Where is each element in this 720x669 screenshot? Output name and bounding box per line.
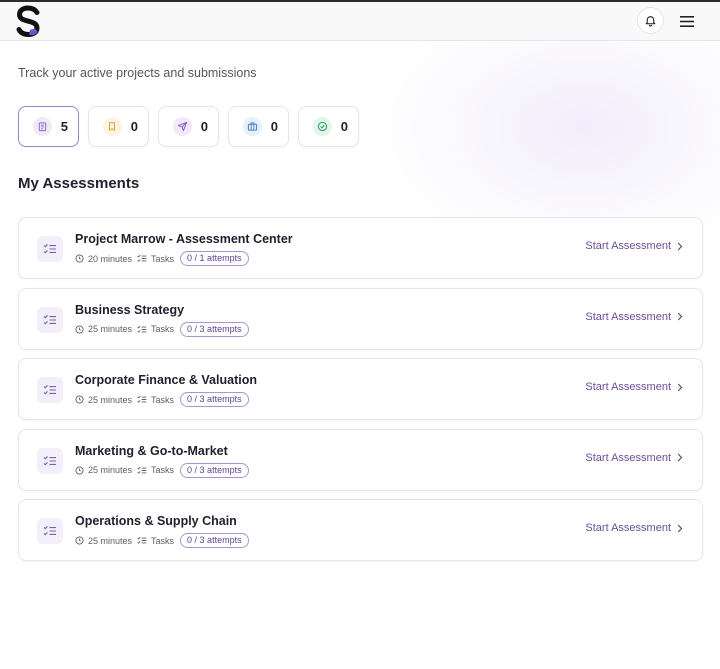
- start-assessment-label: Start Assessment: [585, 381, 671, 393]
- chevron-right-icon: [677, 312, 683, 321]
- assessment-tasks-label: Tasks: [151, 394, 175, 405]
- assessment-tasks-label: Tasks: [151, 465, 175, 475]
- chevron-right-icon: [677, 524, 683, 532]
- bookmark-icon: [103, 117, 122, 136]
- attempts-badge: 0 / 3 attempts: [180, 533, 249, 548]
- tasks-icon: [137, 325, 147, 333]
- assessment-meta: 25 minutes Tasks 0 / 3 attempts: [75, 533, 249, 548]
- stat-card-total[interactable]: 5: [18, 106, 79, 147]
- assessment-title: Project Marrow - Assessment Center: [75, 232, 293, 246]
- tasks-icon: [137, 466, 147, 474]
- menu-button[interactable]: [676, 10, 698, 32]
- start-assessment-button[interactable]: Start Assessment: [585, 381, 683, 393]
- assessment-duration: 25 minutes: [88, 465, 133, 475]
- stat-card-saved[interactable]: 0: [88, 106, 149, 147]
- stat-value: 0: [200, 119, 208, 134]
- assessment-list: Project Marrow - Assessment Center 20 mi…: [18, 217, 703, 570]
- attempts-badge: 0 / 1 attempts: [180, 251, 249, 266]
- attempts-badge: 0 / 3 attempts: [180, 462, 249, 478]
- assessment-title: Operations & Supply Chain: [75, 514, 237, 528]
- notifications-button[interactable]: [637, 7, 664, 34]
- checklist-icon: [37, 236, 63, 262]
- stat-card-completed[interactable]: 0: [298, 106, 359, 147]
- briefcase-icon: [243, 117, 262, 136]
- start-assessment-button[interactable]: Start Assessment: [585, 240, 683, 252]
- assessment-meta: 25 minutes Tasks 0 / 3 attempts: [75, 392, 249, 407]
- start-assessment-button[interactable]: Start Assessment: [585, 522, 683, 534]
- checklist-icon: [37, 518, 63, 544]
- chevron-right-icon: [677, 453, 683, 462]
- clock-icon: [75, 324, 84, 334]
- assessment-title: Marketing & Go-to-Market: [75, 443, 228, 458]
- assessment-tasks-label: Tasks: [151, 324, 175, 334]
- assessment-card: Marketing & Go-to-Market 25 minutes Task…: [18, 428, 703, 491]
- chevron-right-icon: [677, 383, 683, 391]
- assessment-duration: 25 minutes: [88, 394, 133, 405]
- bell-icon: [645, 16, 656, 27]
- page-subtitle: Track your active projects and submissio…: [18, 66, 257, 80]
- start-assessment-label: Start Assessment: [585, 310, 671, 323]
- clock-icon: [75, 254, 84, 263]
- clock-icon: [75, 536, 84, 545]
- assessment-meta: 20 minutes Tasks 0 / 1 attempts: [75, 251, 249, 266]
- stat-value: 5: [60, 119, 68, 134]
- assessment-duration: 20 minutes: [88, 253, 133, 264]
- assessment-title: Business Strategy: [75, 302, 185, 317]
- section-title: My Assessments: [18, 175, 140, 192]
- assessment-card: Business Strategy 25 minutes Tasks 0 / 3…: [18, 287, 703, 350]
- assessment-duration: 25 minutes: [88, 535, 133, 546]
- assessment-tasks-label: Tasks: [151, 253, 175, 264]
- send-icon: [173, 117, 192, 136]
- logo[interactable]: [16, 4, 42, 38]
- assessment-card: Corporate Finance & Valuation 25 minutes…: [18, 358, 703, 420]
- clipboard-icon: [33, 117, 52, 136]
- stat-value: 0: [130, 119, 138, 134]
- hamburger-icon: [680, 15, 694, 27]
- assessment-card: Project Marrow - Assessment Center 20 mi…: [18, 217, 703, 279]
- assessment-tasks-label: Tasks: [151, 535, 175, 546]
- assessment-meta: 25 minutes Tasks 0 / 3 attempts: [75, 462, 249, 478]
- start-assessment-button[interactable]: Start Assessment: [585, 311, 683, 323]
- tasks-icon: [137, 536, 147, 544]
- assessment-meta: 25 minutes Tasks 0 / 3 attempts: [75, 321, 249, 337]
- clock-icon: [75, 465, 84, 475]
- attempts-badge: 0 / 3 attempts: [180, 321, 249, 337]
- top-bar: [0, 2, 720, 41]
- stat-value: 0: [270, 119, 278, 134]
- clock-icon: [75, 395, 84, 404]
- checklist-icon: [37, 447, 63, 474]
- stat-value: 0: [340, 119, 348, 134]
- assessment-card: Operations & Supply Chain 25 minutes Tas…: [18, 499, 703, 561]
- start-assessment-label: Start Assessment: [585, 451, 671, 464]
- attempts-badge: 0 / 3 attempts: [180, 392, 249, 407]
- checklist-icon: [37, 377, 63, 403]
- assessment-title: Corporate Finance & Valuation: [75, 373, 257, 387]
- stat-card-projects[interactable]: 0: [228, 106, 289, 147]
- check-circle-icon: [313, 117, 332, 136]
- chevron-right-icon: [677, 242, 683, 250]
- start-assessment-label: Start Assessment: [585, 240, 671, 252]
- tasks-icon: [137, 395, 147, 403]
- start-assessment-label: Start Assessment: [585, 522, 671, 534]
- tasks-icon: [137, 254, 147, 262]
- start-assessment-button[interactable]: Start Assessment: [585, 452, 683, 464]
- stats-row: 5 0 0 0 0: [18, 106, 359, 147]
- assessment-duration: 25 minutes: [88, 324, 133, 334]
- stat-card-submitted[interactable]: 0: [158, 106, 219, 147]
- checklist-icon: [37, 306, 63, 333]
- logo-icon: [16, 5, 40, 38]
